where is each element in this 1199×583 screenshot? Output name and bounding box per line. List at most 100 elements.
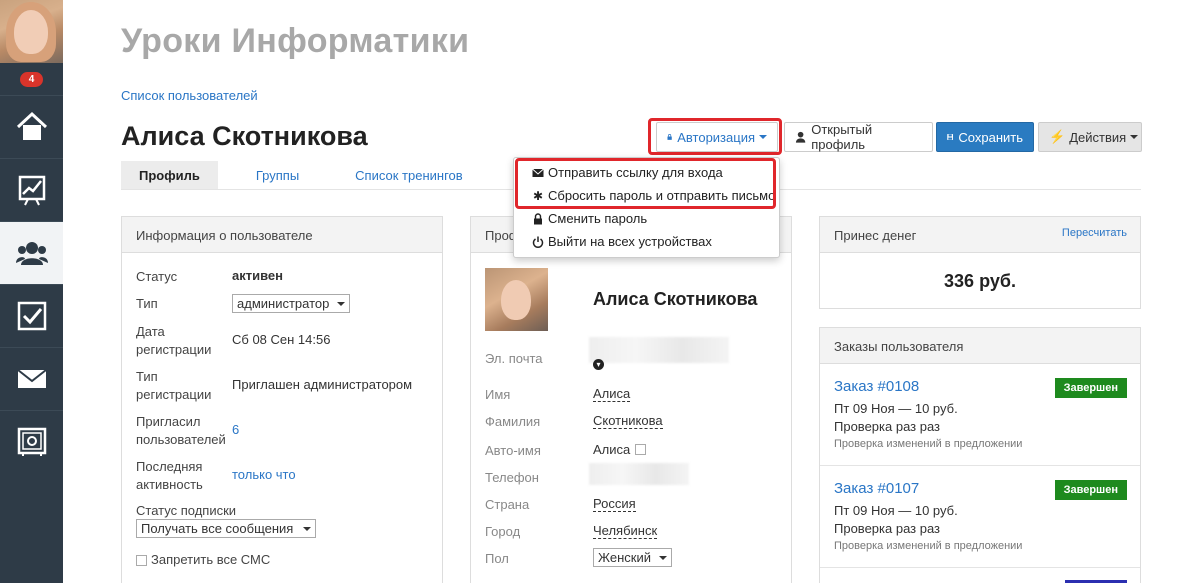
reg-date-value: Сб 08 Сен 14:56	[232, 332, 331, 347]
page-title: Алиса Скотникова	[121, 121, 368, 151]
reg-date-label-line1: Дата	[136, 324, 165, 339]
menu-item-send-link[interactable]: Отправить ссылку для входа	[532, 165, 723, 180]
gender-label: Пол	[485, 551, 509, 566]
actions-label: Действия	[1069, 129, 1127, 145]
order-item: Заказ #0107 Завершен Пт 09 Ноя — 10 руб.…	[820, 466, 1140, 568]
type-select[interactable]: администратор	[232, 294, 351, 313]
chevron-down-icon[interactable]: ▾	[593, 359, 604, 370]
money-panel: Принес денег Пересчитать 336 руб.	[819, 216, 1141, 309]
envelope-icon	[532, 168, 544, 177]
activity-value[interactable]: только что	[232, 467, 296, 482]
money-amount: 336 руб.	[944, 271, 1016, 291]
home-icon	[16, 111, 47, 140]
user-info-panel: Информация о пользователе Статус активен…	[121, 216, 443, 583]
auto-name-value: Алиса	[593, 442, 631, 457]
auth-button[interactable]: Авторизация	[656, 122, 778, 152]
reset-password-label: Сбросить пароль и отправить письмо	[548, 188, 776, 203]
change-password-label: Сменить пароль	[548, 211, 648, 226]
gender-select-value: Женский	[598, 550, 651, 565]
notification-badge[interactable]: 4	[19, 71, 44, 87]
save-button[interactable]: Сохранить	[936, 122, 1034, 152]
sidebar-item-stats[interactable]	[0, 158, 63, 221]
order-note: Проверка изменений в предложении	[834, 438, 1023, 450]
last-name-label: Фамилия	[485, 414, 541, 429]
auto-name-checkbox[interactable]	[635, 444, 647, 455]
no-sms-label: Запретить все СМС	[151, 552, 271, 567]
order-status-badge: Завершен	[1054, 378, 1127, 398]
phone-label: Телефон	[485, 470, 539, 485]
menu-item-reset-password[interactable]: ✱ Сбросить пароль и отправить письмо	[532, 188, 775, 203]
sidebar-item-messages[interactable]	[0, 347, 63, 410]
invited-label-line2: пользователей	[136, 432, 226, 447]
caret-down-icon	[759, 135, 767, 139]
order-product: Проверка раз раз	[834, 419, 940, 434]
activity-label-line1: Последняя	[136, 459, 203, 474]
type-select-value: администратор	[237, 296, 330, 311]
tab-profile[interactable]: Профиль	[121, 161, 218, 189]
city-value[interactable]: Челябинск	[593, 523, 658, 539]
profile-panel: Проф Алиса Скотникова Эл. почта ▾ Имя Ал…	[470, 216, 792, 583]
auto-name-label: Авто-имя	[485, 443, 541, 458]
sidebar-item-tasks[interactable]	[0, 284, 63, 347]
sidebar: 4	[0, 0, 63, 583]
sidebar-item-users[interactable]	[0, 221, 63, 284]
auth-dropdown-menu: Отправить ссылку для входа ✱ Сбросить па…	[513, 157, 780, 258]
app-title: Уроки Информатики	[121, 22, 470, 60]
users-icon	[15, 242, 48, 265]
profile-name: Алиса Скотникова	[593, 289, 758, 309]
first-name-value[interactable]: Алиса	[593, 386, 631, 402]
city-label: Город	[485, 524, 521, 539]
order-note: Проверка изменений в предложении	[834, 540, 1023, 552]
tab-groups[interactable]: Группы	[238, 161, 317, 189]
type-label: Тип	[136, 296, 158, 311]
invited-label-line1: Пригласил	[136, 414, 201, 429]
order-item: Заказ #0108 Завершен Пт 09 Ноя — 10 руб.…	[820, 364, 1140, 466]
floppy-icon	[947, 134, 954, 140]
auth-button-label: Авторизация	[677, 129, 755, 145]
chart-icon	[18, 175, 45, 206]
user-info-title: Информация о пользователе	[122, 217, 442, 253]
reg-date-label: Дата регистрации	[136, 323, 211, 359]
power-icon	[532, 236, 544, 248]
recalc-link[interactable]: Пересчитать	[1062, 227, 1127, 239]
actions-button[interactable]: ⚡ Действия	[1038, 122, 1142, 152]
caret-down-icon	[337, 301, 346, 306]
subscription-select[interactable]: Получать все сообщения	[136, 519, 316, 538]
menu-item-change-password[interactable]: Сменить пароль	[532, 211, 647, 226]
reg-date-label-line2: регистрации	[136, 342, 212, 357]
lightning-icon: ⚡	[1049, 129, 1066, 144]
last-name-value[interactable]: Скотникова	[593, 413, 663, 429]
money-panel-head: Принес денег Пересчитать	[820, 217, 1140, 253]
activity-label: Последняя активность	[136, 458, 203, 494]
phone-value-blurred	[589, 463, 689, 485]
mail-icon	[16, 369, 47, 388]
orders-panel: Заказы пользователя Заказ #0108 Завершен…	[819, 327, 1141, 583]
order-product: Проверка раз раз	[834, 521, 940, 536]
menu-item-logout-all[interactable]: Выйти на всех устройствах	[532, 234, 712, 249]
avatar[interactable]	[0, 0, 63, 63]
money-title: Принес денег	[834, 228, 917, 243]
sidebar-item-home[interactable]	[0, 95, 63, 158]
reg-type-label-line2: регистрации	[136, 387, 212, 402]
order-link[interactable]: Заказ #0107	[834, 480, 919, 497]
gender-select[interactable]: Женский	[593, 548, 672, 567]
subscription-select-value: Получать все сообщения	[141, 521, 294, 536]
status-label: Статус	[136, 269, 178, 284]
lock-icon	[534, 212, 542, 224]
caret-down-icon	[658, 555, 667, 560]
breadcrumb[interactable]: Список пользователей	[121, 88, 258, 103]
tab-trainings[interactable]: Список тренингов	[337, 161, 481, 189]
profile-photo	[485, 268, 548, 331]
open-profile-button[interactable]: Открытый профиль	[784, 122, 933, 152]
reg-type-label: Тип регистрации	[136, 368, 211, 404]
invited-value[interactable]: 6	[232, 422, 239, 437]
asterisk-icon: ✱	[532, 188, 544, 203]
status-value: активен	[232, 268, 283, 283]
order-link[interactable]: Заказ #0108	[834, 378, 919, 395]
order-date: Пт 09 Ноя — 10 руб.	[834, 503, 958, 518]
email-value-blurred	[589, 337, 729, 363]
send-link-label: Отправить ссылку для входа	[548, 165, 723, 180]
no-sms-checkbox[interactable]	[136, 554, 147, 566]
sidebar-item-safe[interactable]	[0, 410, 63, 473]
country-value[interactable]: Россия	[593, 496, 636, 512]
